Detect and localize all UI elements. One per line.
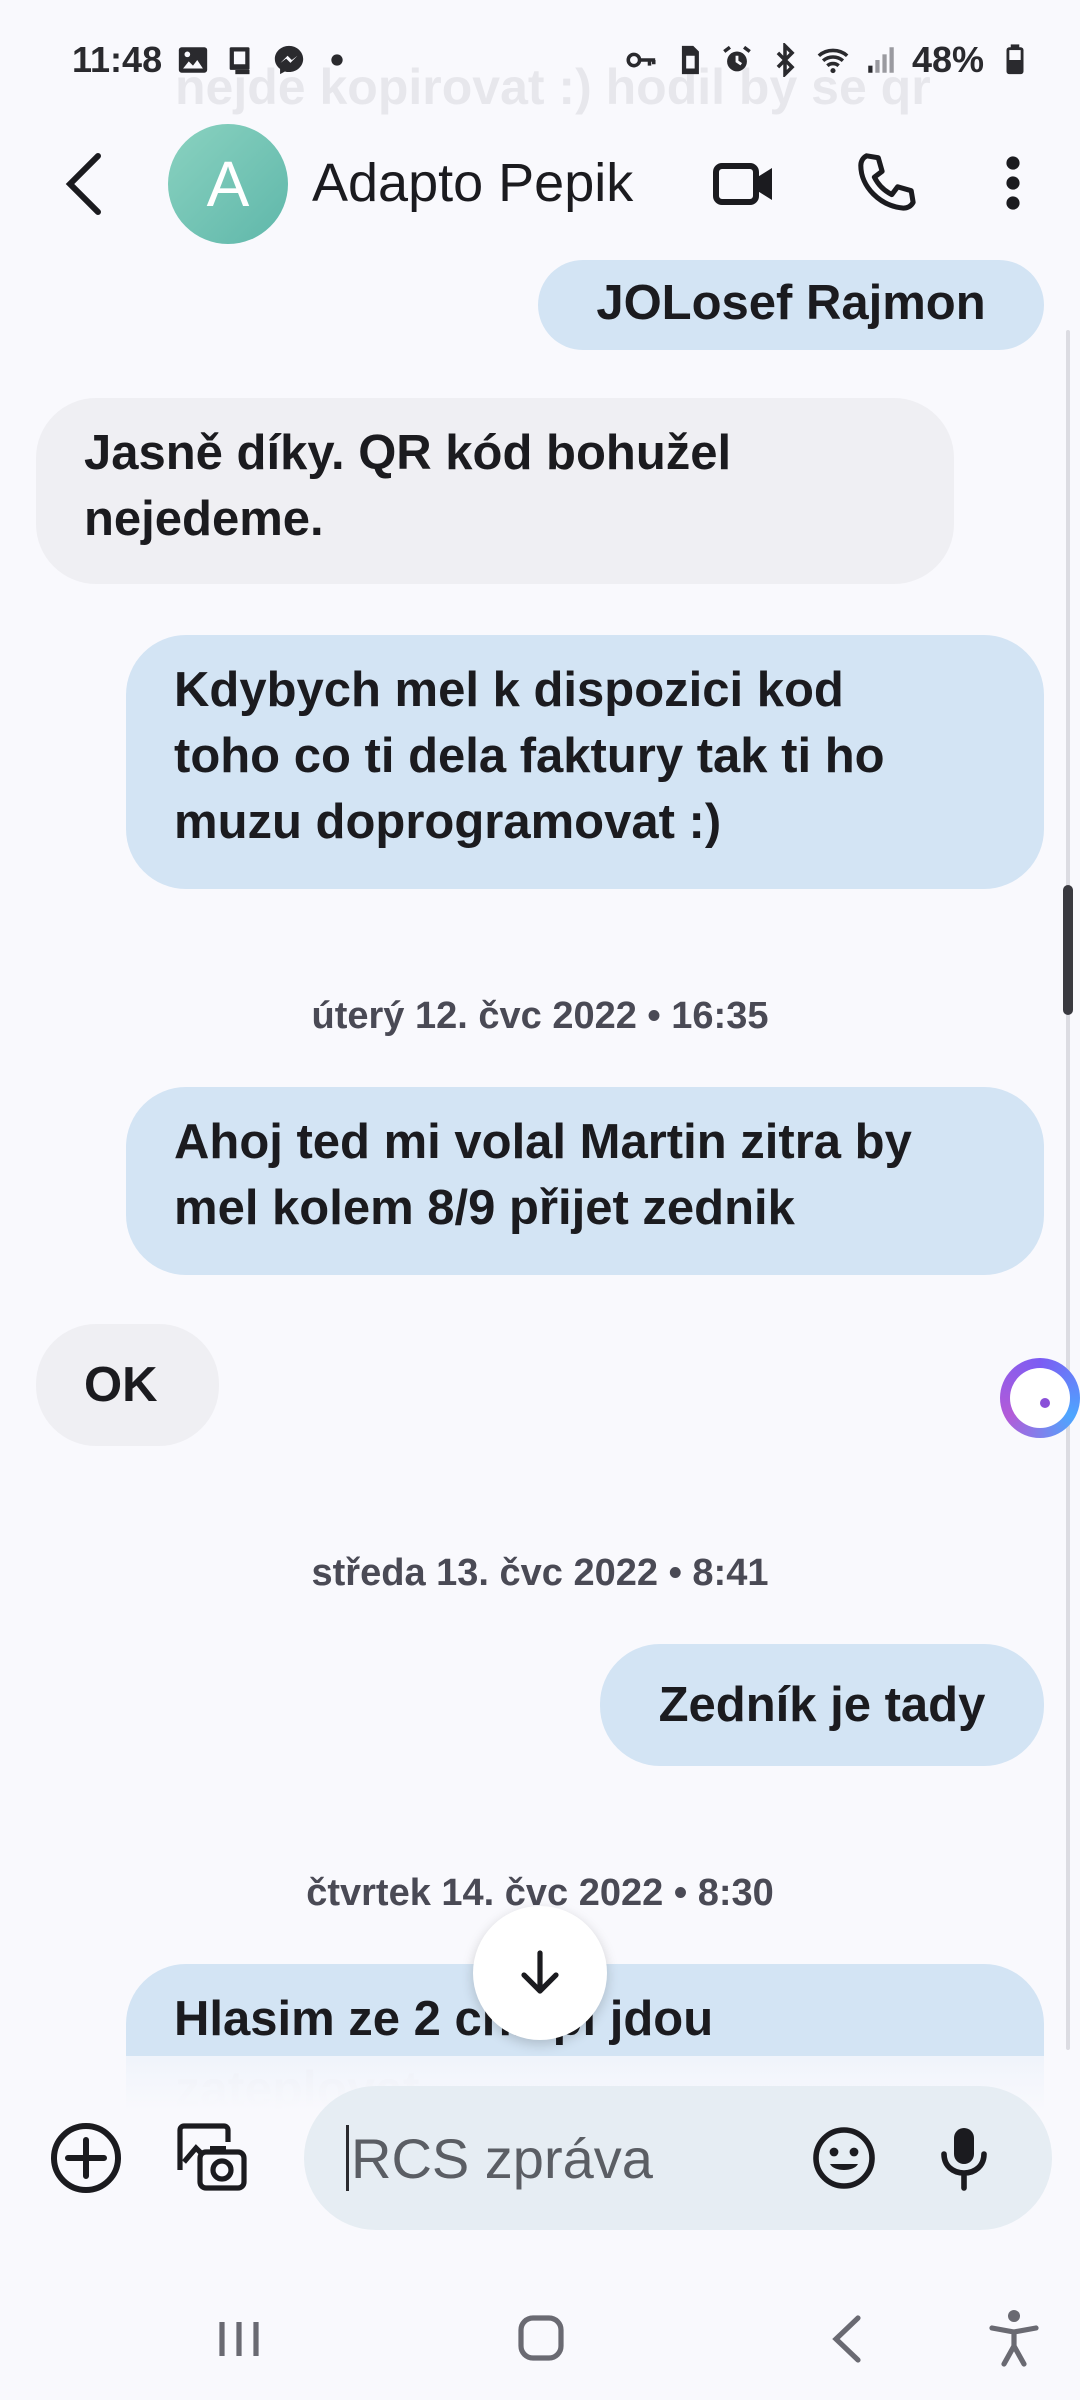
voice-call-button[interactable] bbox=[855, 150, 917, 212]
attach-add-button[interactable] bbox=[48, 2120, 124, 2196]
emoji-icon bbox=[813, 2127, 875, 2189]
message-bubble-outgoing[interactable]: Ahoj ted mi volal Martin zitra by mel ko… bbox=[126, 1087, 1044, 1275]
message-bubble-outgoing[interactable]: Zedník je tady bbox=[600, 1644, 1044, 1766]
phone-icon bbox=[858, 153, 916, 211]
back-icon bbox=[832, 2315, 861, 2363]
chevron-left-icon bbox=[65, 153, 101, 215]
contact-name[interactable]: Adapto Pepik bbox=[312, 152, 633, 214]
gallery-icon bbox=[176, 43, 210, 77]
scrollbar-track[interactable] bbox=[1066, 330, 1070, 2050]
scroll-to-bottom-button[interactable] bbox=[473, 1906, 607, 2040]
bluetooth-icon bbox=[768, 43, 802, 77]
system-navigation-bar bbox=[0, 2276, 1080, 2400]
avatar-letter: A bbox=[206, 148, 250, 220]
conversation-header: A Adapto Pepik bbox=[0, 120, 1080, 250]
text-cursor bbox=[346, 2125, 349, 2191]
microphone-icon bbox=[941, 2128, 987, 2191]
status-right: 48% bbox=[624, 39, 1032, 81]
arrow-down-icon bbox=[521, 1950, 559, 1994]
video-call-button[interactable] bbox=[712, 156, 776, 212]
date-separator: středa 13. čvc 2022 • 8:41 bbox=[311, 1552, 769, 1594]
contact-avatar[interactable]: A bbox=[168, 124, 288, 244]
alarm-icon bbox=[720, 43, 754, 77]
plus-circle-icon bbox=[51, 2123, 121, 2193]
wifi-icon bbox=[816, 43, 850, 77]
floating-assistant-button[interactable] bbox=[1000, 1358, 1080, 1438]
recents-button[interactable] bbox=[214, 2314, 264, 2364]
status-left: 11:48 bbox=[72, 39, 354, 81]
sim-icon bbox=[672, 43, 706, 77]
messenger-icon bbox=[272, 43, 306, 77]
more-options-button[interactable] bbox=[990, 150, 1036, 216]
home-icon bbox=[518, 2315, 564, 2361]
key-icon bbox=[624, 43, 658, 77]
status-time: 11:48 bbox=[72, 39, 163, 80]
gallery-camera-button[interactable] bbox=[172, 2118, 252, 2198]
gallery-camera-icon bbox=[177, 2123, 247, 2191]
accessibility-icon bbox=[989, 2310, 1039, 2367]
more-vertical-icon bbox=[1006, 156, 1020, 210]
message-bubble-incoming[interactable]: Jasně díky. QR kód bohužel nejedeme. bbox=[36, 398, 954, 584]
signal-icon bbox=[864, 43, 898, 77]
accessibility-button[interactable] bbox=[986, 2308, 1042, 2368]
emoji-button[interactable] bbox=[810, 2124, 878, 2192]
voice-input-button[interactable] bbox=[936, 2124, 992, 2192]
back-button[interactable] bbox=[52, 152, 116, 216]
assistant-orb-inner bbox=[1010, 1368, 1070, 1428]
nav-back-button[interactable] bbox=[826, 2312, 866, 2366]
home-button[interactable] bbox=[515, 2312, 567, 2364]
battery-icon bbox=[998, 43, 1032, 77]
assistant-orb-dot bbox=[1040, 1398, 1050, 1408]
message-bubble-incoming[interactable]: OK bbox=[36, 1324, 219, 1446]
battery-percent: 48% bbox=[911, 39, 984, 80]
recents-icon bbox=[219, 2322, 259, 2356]
scrollbar-thumb[interactable] bbox=[1063, 885, 1073, 1015]
date-separator: úterý 12. čvc 2022 • 16:35 bbox=[311, 995, 769, 1037]
message-input-placeholder: RCS zpráva bbox=[351, 2126, 653, 2190]
dot-icon bbox=[320, 43, 354, 77]
message-bubble-outgoing[interactable]: JOLosef Rajmon bbox=[538, 260, 1044, 350]
video-camera-icon bbox=[713, 163, 772, 205]
message-bubble-outgoing[interactable]: Kdybych mel k dispozici kod toho co ti d… bbox=[126, 635, 1044, 889]
status-bar: 11:48 48% bbox=[0, 0, 1080, 120]
device-icon bbox=[224, 43, 258, 77]
